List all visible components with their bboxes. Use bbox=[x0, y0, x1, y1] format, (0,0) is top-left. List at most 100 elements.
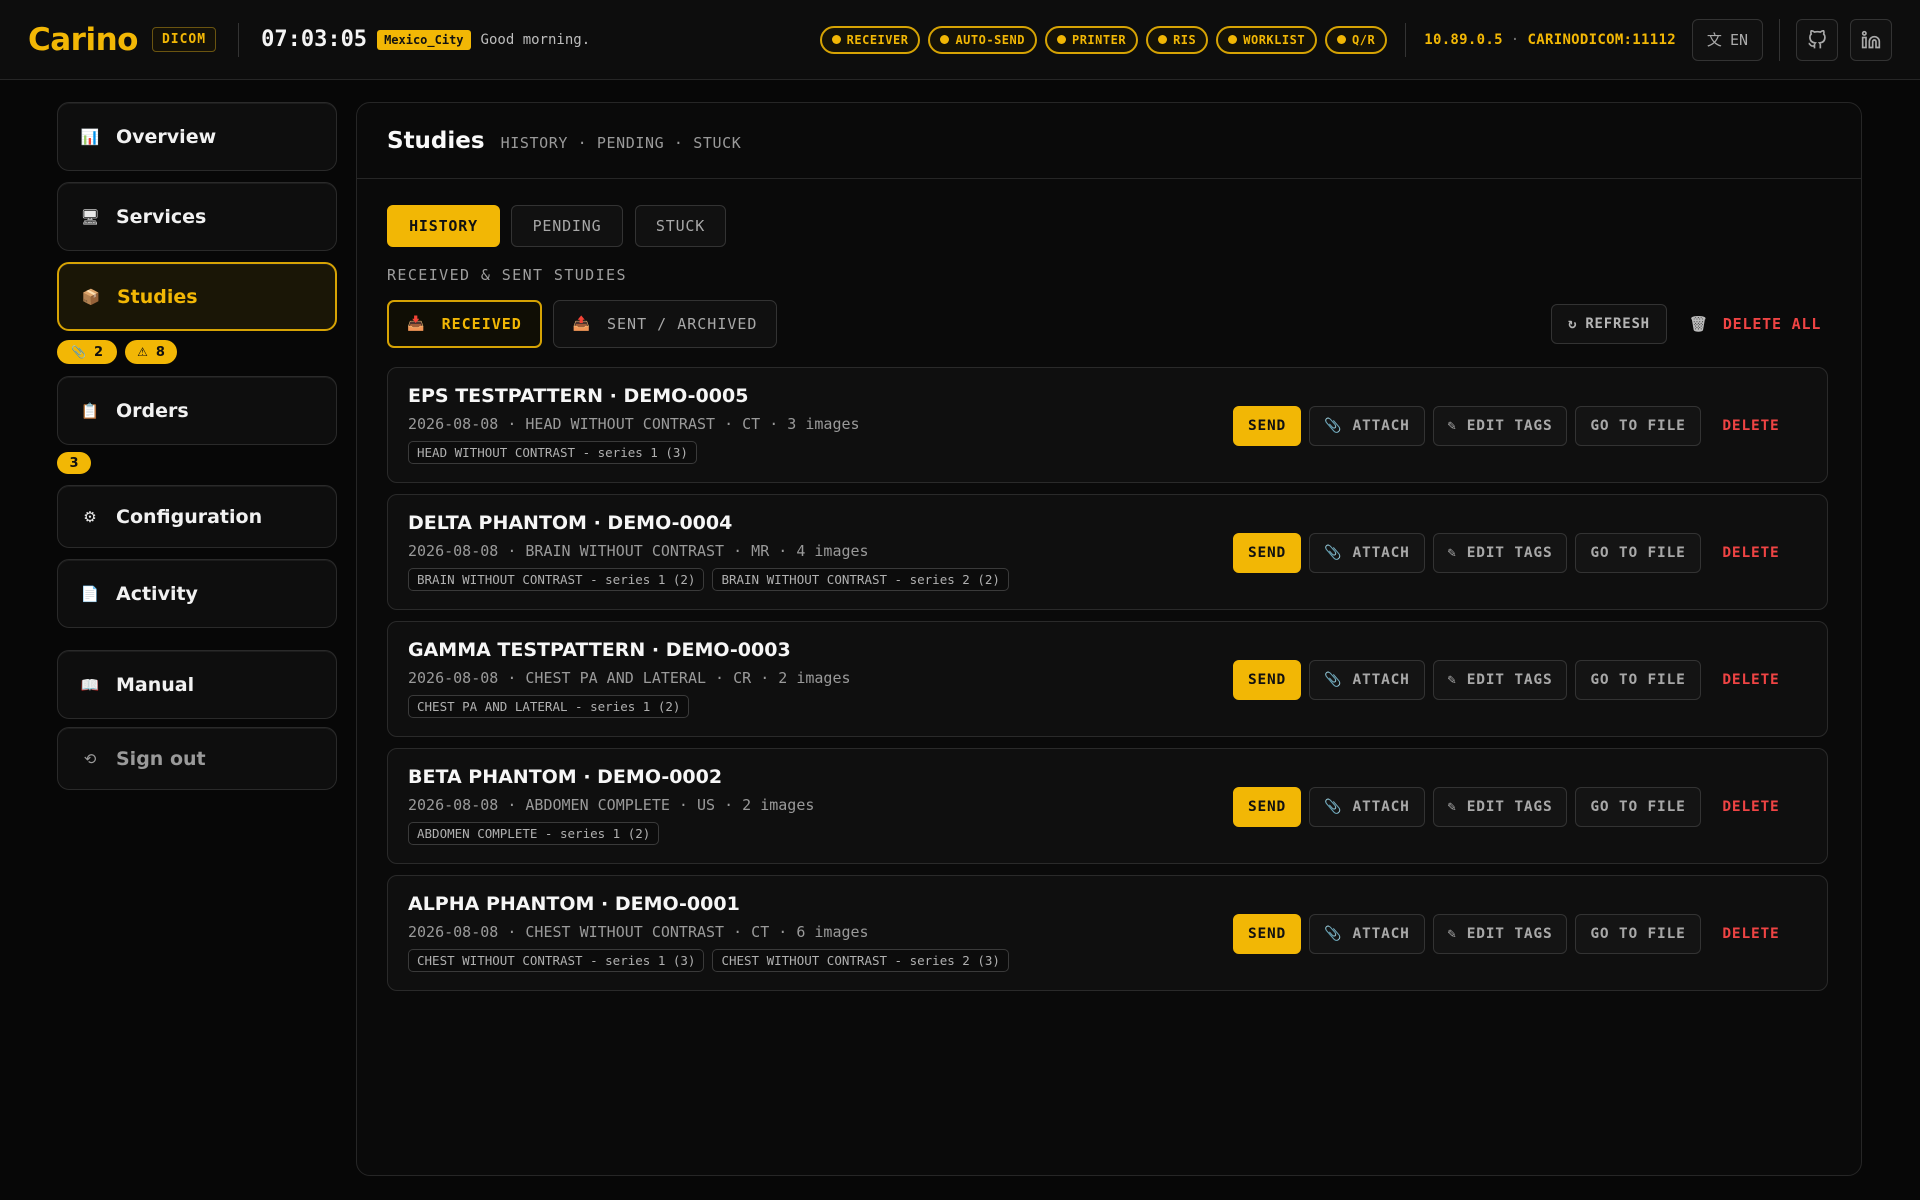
attach-button[interactable]: 📎 ATTACH bbox=[1309, 406, 1425, 446]
study-title: EPS TESTPATTERN · DEMO-0005 bbox=[408, 385, 749, 407]
sidebar-item-configuration[interactable]: ⚙ Configuration bbox=[57, 485, 337, 548]
delete-button[interactable]: DELETE bbox=[1701, 660, 1801, 700]
pencil-icon: ✎ bbox=[1447, 418, 1457, 434]
subtab-received[interactable]: 📥 RECEIVED bbox=[387, 300, 542, 348]
attach-button[interactable]: 📎 ATTACH bbox=[1309, 533, 1425, 573]
warning-icon: ⚠ bbox=[137, 345, 148, 359]
ae-title: CARINODICOM:11112 bbox=[1527, 31, 1676, 48]
study-meta: 2026-08-08 · CHEST WITHOUT CONTRAST · CT… bbox=[408, 923, 869, 941]
series-list: ABDOMEN COMPLETE - series 1 (2) bbox=[408, 822, 667, 845]
paperclip-icon: 📎 bbox=[1324, 418, 1343, 434]
send-button[interactable]: SEND bbox=[1233, 533, 1301, 573]
sign-out-button[interactable]: ⟲ Sign out bbox=[57, 727, 337, 790]
sidebar-item-manual[interactable]: 📖 Manual bbox=[57, 650, 337, 719]
study-actions: SEND 📎 ATTACH ✎ EDIT TAGS GO TO FILE DELET… bbox=[1233, 914, 1801, 954]
edit-tags-button[interactable]: ✎ EDIT TAGS bbox=[1433, 533, 1567, 573]
send-button[interactable]: SEND bbox=[1233, 406, 1301, 446]
delete-button[interactable]: DELETE bbox=[1701, 406, 1801, 446]
study-actions: SEND 📎 ATTACH ✎ EDIT TAGS GO TO FILE DELET… bbox=[1233, 660, 1801, 700]
github-button[interactable] bbox=[1796, 18, 1838, 61]
go-to-file-button[interactable]: GO TO FILE bbox=[1575, 787, 1701, 827]
chart-icon: 📊 bbox=[80, 127, 100, 146]
greeting: Good morning. bbox=[480, 31, 591, 48]
tab-history[interactable]: HISTORY bbox=[387, 205, 500, 247]
pencil-icon: ✎ bbox=[1447, 926, 1457, 942]
sidebar-item-activity[interactable]: 📄 Activity bbox=[57, 559, 337, 628]
status-pill-printer[interactable]: PRINTER bbox=[1044, 25, 1139, 54]
study-title: BETA PHANTOM · DEMO-0002 bbox=[408, 766, 723, 788]
studies-attachment-badge: 📎 2 bbox=[57, 340, 117, 364]
attach-button[interactable]: 📎 ATTACH bbox=[1309, 914, 1425, 954]
go-to-file-button[interactable]: GO TO FILE bbox=[1575, 660, 1701, 700]
refresh-icon: ↻ bbox=[1568, 316, 1578, 332]
sidebar-item-services[interactable]: 🖥 Services bbox=[57, 182, 337, 251]
document-icon: 📄 bbox=[80, 584, 100, 603]
page-title: Studies bbox=[387, 127, 485, 154]
refresh-button[interactable]: ↻ REFRESH bbox=[1551, 304, 1667, 344]
series-chip: BRAIN WITHOUT CONTRAST - series 2 (2) bbox=[712, 568, 1009, 591]
study-meta: 2026-08-08 · ABDOMEN COMPLETE · US · 2 i… bbox=[408, 796, 815, 814]
inbox-icon: 📥 bbox=[407, 316, 426, 332]
send-button[interactable]: SEND bbox=[1233, 914, 1301, 954]
studies-warning-badge: ⚠ 8 bbox=[125, 340, 177, 364]
linkedin-icon bbox=[1861, 30, 1881, 48]
delete-button[interactable]: DELETE bbox=[1701, 787, 1801, 827]
subtab-sent-archived[interactable]: 📤 SENT / ARCHIVED bbox=[553, 300, 777, 348]
status-dot-icon bbox=[1337, 35, 1347, 44]
series-chip: CHEST WITHOUT CONTRAST - series 2 (3) bbox=[712, 949, 1009, 972]
trash-icon: 🗑 bbox=[1689, 315, 1709, 333]
status-pill-qr[interactable]: Q/R bbox=[1325, 25, 1388, 54]
page-subtitle: HISTORY · PENDING · STUCK bbox=[500, 133, 742, 152]
status-dot-icon bbox=[831, 35, 841, 44]
panel-header: Studies HISTORY · PENDING · STUCK bbox=[357, 103, 1861, 179]
study-row: BETA PHANTOM · DEMO-0002 2026-08-08 · AB… bbox=[387, 748, 1828, 864]
orders-count-badge: 3 bbox=[57, 452, 91, 474]
status-dot-icon bbox=[940, 35, 950, 44]
paperclip-icon: 📎 bbox=[1324, 545, 1343, 561]
send-button[interactable]: SEND bbox=[1233, 660, 1301, 700]
status-pill-worklist[interactable]: WORKLIST bbox=[1216, 25, 1318, 54]
top-header: Carino DICOM 07:03:05 Mexico_City Good m… bbox=[0, 0, 1920, 80]
power-icon: ⟲ bbox=[83, 749, 97, 768]
series-list: CHEST WITHOUT CONTRAST - series 1 (3) CH… bbox=[408, 949, 1017, 972]
attach-button[interactable]: 📎 ATTACH bbox=[1309, 787, 1425, 827]
status-dot-icon bbox=[1158, 35, 1168, 44]
paperclip-icon: 📎 bbox=[1324, 672, 1343, 688]
edit-tags-button[interactable]: ✎ EDIT TAGS bbox=[1433, 787, 1567, 827]
monitor-icon: 🖥 bbox=[80, 207, 100, 226]
status-pill-ris[interactable]: RIS bbox=[1146, 25, 1209, 54]
status-dot-icon bbox=[1228, 35, 1238, 44]
sidebar-item-orders[interactable]: 📋 Orders bbox=[57, 376, 337, 445]
header-divider bbox=[1779, 18, 1780, 61]
sidebar-item-studies[interactable]: 📦 Studies bbox=[57, 262, 337, 331]
network-info: 10.89.0.5 · CARINODICOM:11112 bbox=[1424, 31, 1676, 48]
delete-all-button[interactable]: 🗑 DELETE ALL bbox=[1689, 304, 1821, 344]
send-button[interactable]: SEND bbox=[1233, 787, 1301, 827]
tab-pending[interactable]: PENDING bbox=[511, 205, 623, 247]
paperclip-icon: 📎 bbox=[1324, 926, 1343, 942]
delete-button[interactable]: DELETE bbox=[1701, 914, 1801, 954]
tab-stuck[interactable]: STUCK bbox=[635, 205, 726, 247]
outbox-icon: 📤 bbox=[572, 316, 591, 332]
ip-address: 10.89.0.5 bbox=[1424, 31, 1503, 48]
dicom-tag: DICOM bbox=[151, 27, 217, 52]
attach-button[interactable]: 📎 ATTACH bbox=[1309, 660, 1425, 700]
edit-tags-button[interactable]: ✎ EDIT TAGS bbox=[1433, 660, 1567, 700]
edit-tags-button[interactable]: ✎ EDIT TAGS bbox=[1433, 406, 1567, 446]
linkedin-button[interactable] bbox=[1850, 18, 1892, 61]
series-list: CHEST PA AND LATERAL - series 1 (2) bbox=[408, 695, 697, 718]
sidebar-item-overview[interactable]: 📊 Overview bbox=[57, 102, 337, 171]
box-icon: 📦 bbox=[81, 287, 101, 306]
delete-button[interactable]: DELETE bbox=[1701, 533, 1801, 573]
status-pill-auto-send[interactable]: AUTO-SEND bbox=[928, 25, 1037, 54]
language-button[interactable]: 文 EN bbox=[1691, 18, 1763, 61]
study-meta: 2026-08-08 · CHEST PA AND LATERAL · CR ·… bbox=[408, 669, 851, 687]
header-divider bbox=[1405, 22, 1407, 57]
go-to-file-button[interactable]: GO TO FILE bbox=[1575, 533, 1701, 573]
status-pill-receiver[interactable]: RECEIVER bbox=[819, 25, 921, 54]
status-dot-icon bbox=[1056, 35, 1066, 44]
go-to-file-button[interactable]: GO TO FILE bbox=[1575, 914, 1701, 954]
go-to-file-button[interactable]: GO TO FILE bbox=[1575, 406, 1701, 446]
edit-tags-button[interactable]: ✎ EDIT TAGS bbox=[1433, 914, 1567, 954]
series-list: HEAD WITHOUT CONTRAST - series 1 (3) bbox=[408, 441, 705, 464]
